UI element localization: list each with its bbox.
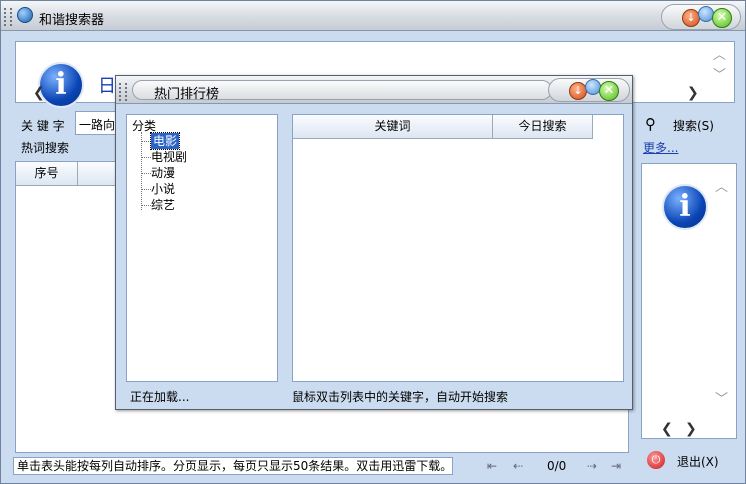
- close-button[interactable]: ✕: [599, 81, 619, 101]
- tree-branch: [142, 205, 151, 206]
- power-icon[interactable]: ⏻: [647, 451, 665, 469]
- window-controls: ↓ ✕: [661, 4, 741, 30]
- tree-root: 分类: [132, 119, 157, 133]
- col-header-index[interactable]: 序号: [16, 162, 78, 186]
- tree-branch: [142, 189, 151, 190]
- tree-branch: [142, 173, 151, 174]
- side-panel: i ︿ ﹀: [641, 163, 737, 439]
- loading-status: 正在加载...: [130, 390, 190, 404]
- last-page-icon[interactable]: ⇥: [611, 457, 621, 475]
- grip-icon: [4, 8, 12, 26]
- hot-ranking-dialog: 热门排行榜 ↓ ✕ 分类 电影 电视剧 动漫 小说 综艺 关键词 今日搜索 正在…: [115, 75, 633, 410]
- info-icon: i: [38, 62, 84, 108]
- keyword-label: 关 键 字: [21, 119, 65, 133]
- next-page-icon[interactable]: ⇢: [587, 457, 597, 475]
- tree-item-tv[interactable]: 电视剧: [151, 149, 187, 165]
- prev-page-icon[interactable]: ⇠: [513, 457, 523, 475]
- scroll-right-icon[interactable]: ❯: [687, 85, 699, 101]
- ranking-list[interactable]: 关键词 今日搜索: [292, 114, 624, 382]
- window-title: 和谐搜索器: [39, 13, 105, 28]
- status-hint: 单击表头能按每列自动排序。分页显示，每页只显示50条结果。双击用迅雷下载。: [13, 457, 453, 475]
- search-button[interactable]: 搜索(S): [673, 117, 714, 134]
- dialog-title: 热门排行榜: [154, 87, 220, 102]
- scroll-up-icon[interactable]: ︿: [715, 176, 728, 195]
- tree-branch: [142, 157, 151, 158]
- tree-item-variety[interactable]: 综艺: [151, 197, 175, 213]
- scroll-left-icon[interactable]: ❮: [33, 85, 45, 101]
- scroll-right-icon[interactable]: ❯: [685, 421, 697, 437]
- tree-item-anime[interactable]: 动漫: [151, 165, 175, 181]
- magnifier-icon[interactable]: ⚲: [645, 115, 656, 133]
- scroll-up-icon[interactable]: ︿: [713, 44, 726, 63]
- col-header-keyword[interactable]: 关键词: [293, 115, 493, 139]
- info-icon: i: [662, 184, 708, 230]
- banner-text: 日: [98, 76, 116, 97]
- grip-icon: [119, 83, 127, 101]
- tree-line: [141, 132, 142, 210]
- tree-branch: [142, 141, 151, 142]
- scroll-down-icon[interactable]: ﹀: [713, 64, 726, 83]
- dialog-controls: ↓ ✕: [548, 78, 630, 102]
- page-indicator: 0/0: [547, 459, 567, 473]
- close-button[interactable]: ✕: [712, 8, 732, 28]
- scroll-down-icon[interactable]: ﹀: [715, 388, 728, 407]
- app-logo-icon: [17, 7, 33, 23]
- main-titlebar[interactable]: 和谐搜索器 ↓ ✕: [1, 1, 745, 31]
- dialog-hint: 鼠标双击列表中的关键字，自动开始搜索: [292, 390, 509, 404]
- main-window: 和谐搜索器 ↓ ✕ i 日 ︿ ﹀ ❮ ❯ 关 键 字 一路向 热词搜索 ⚲ 搜…: [0, 0, 746, 484]
- tree-item-movie[interactable]: 电影: [149, 132, 181, 150]
- first-page-icon[interactable]: ⇤: [487, 457, 497, 475]
- dialog-titlebar[interactable]: 热门排行榜 ↓ ✕: [116, 76, 632, 104]
- scroll-left-icon[interactable]: ❮: [661, 421, 673, 437]
- col-header-today[interactable]: 今日搜索: [493, 115, 593, 139]
- more-link[interactable]: 更多...: [643, 139, 678, 156]
- hot-search-label: 热词搜索: [21, 141, 70, 155]
- category-tree[interactable]: 分类 电影 电视剧 动漫 小说 综艺: [126, 114, 278, 382]
- exit-button[interactable]: 退出(X): [677, 453, 719, 470]
- tree-item-novel[interactable]: 小说: [151, 181, 175, 197]
